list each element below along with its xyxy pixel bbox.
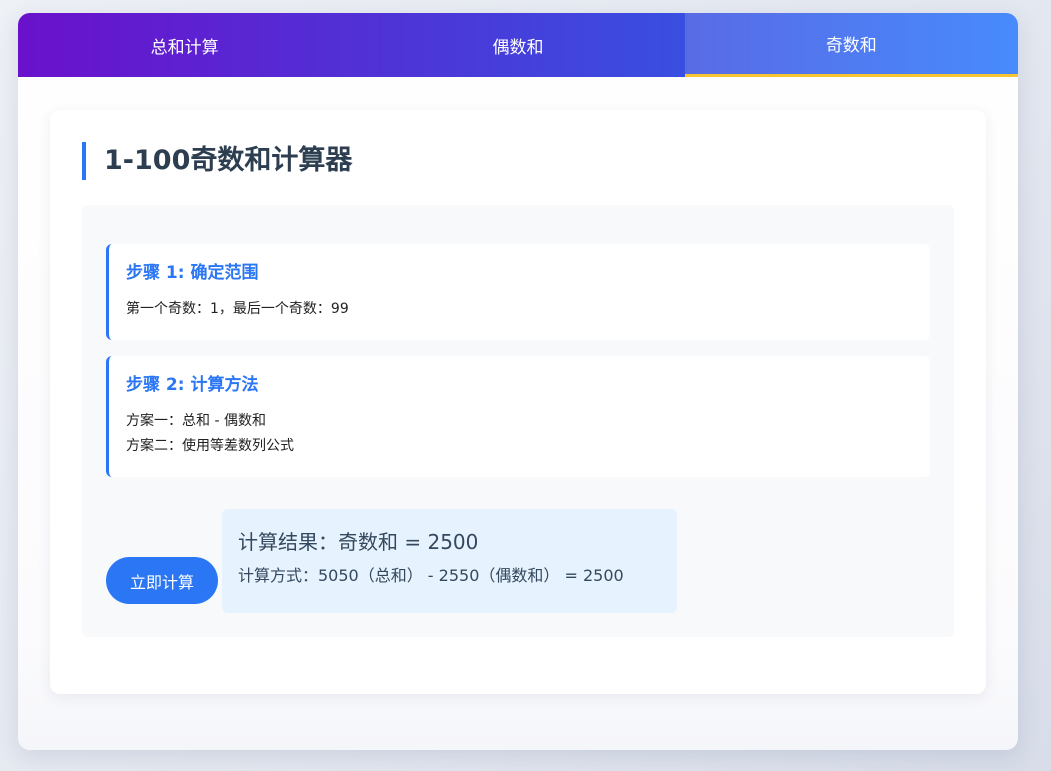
tab-total-sum[interactable]: 总和计算 (18, 13, 351, 77)
step-title: 步骤 2: 计算方法 (126, 375, 259, 395)
step-card-range: 步骤 1: 确定范围 第一个奇数：1，最后一个奇数：99 (106, 244, 930, 340)
app-window: 总和计算 偶数和 奇数和 1-100奇数和计算器 步骤 1: 确定范围 第一个奇… (18, 13, 1018, 750)
tab-even-sum[interactable]: 偶数和 (351, 13, 684, 77)
page-title: 1-100奇数和计算器 (82, 142, 352, 180)
result-detail-text: 计算方式：5050（总和） - 2550（偶数和） = 2500 (238, 566, 624, 585)
calculator-card: 1-100奇数和计算器 步骤 1: 确定范围 第一个奇数：1，最后一个奇数：99… (50, 110, 986, 694)
step-text: 方案二：使用等差数列公式 (126, 438, 294, 454)
result-main-text: 计算结果：奇数和 = 2500 (238, 530, 479, 554)
step-title: 步骤 1: 确定范围 (126, 263, 259, 283)
step-card-method: 步骤 2: 计算方法 方案一：总和 - 偶数和 方案二：使用等差数列公式 (106, 356, 930, 477)
calculate-button[interactable]: 立即计算 (106, 557, 218, 604)
tab-bar: 总和计算 偶数和 奇数和 (18, 13, 1018, 77)
steps-panel: 步骤 1: 确定范围 第一个奇数：1，最后一个奇数：99 步骤 2: 计算方法 … (82, 205, 954, 637)
tab-odd-sum[interactable]: 奇数和 (684, 13, 1018, 77)
step-text: 第一个奇数：1，最后一个奇数：99 (126, 301, 349, 317)
result-box: 计算结果：奇数和 = 2500 计算方式：5050（总和） - 2550（偶数和… (222, 509, 677, 613)
step-text: 方案一：总和 - 偶数和 (126, 413, 266, 429)
